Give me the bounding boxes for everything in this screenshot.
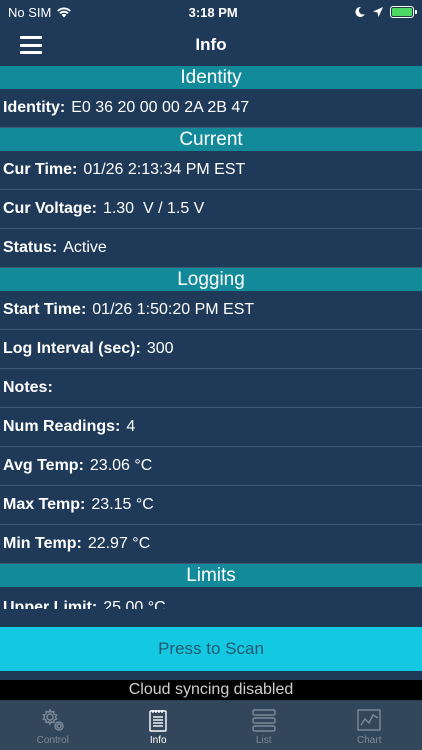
row-value: E0 36 20 00 00 2A 2B 47 — [71, 99, 250, 116]
info-row-notes[interactable]: Notes: — [0, 369, 422, 408]
row-label: Min Temp: — [3, 535, 82, 552]
clock-text: 3:18 PM — [188, 4, 238, 20]
gear-icon — [42, 708, 64, 731]
row-label: Cur Voltage: — [3, 200, 97, 217]
row-value: 4 — [126, 418, 136, 435]
row-value: 01/26 2:13:34 PM EST — [83, 161, 246, 178]
location-arrow-icon — [372, 7, 383, 17]
info-row-min-temp: Min Temp: 22.97 °C — [0, 525, 422, 564]
info-content[interactable]: Identity Identity: E0 36 20 00 00 2A 2B … — [0, 66, 422, 626]
row-label: Status: — [3, 239, 58, 256]
menu-line — [20, 36, 42, 39]
tab-chart[interactable]: Chart — [317, 701, 422, 750]
scan-button[interactable]: Press to Scan — [0, 627, 422, 671]
row-value: 22.97 °C — [87, 535, 151, 552]
section-header-identity: Identity — [0, 66, 422, 89]
tab-info[interactable]: Info — [106, 701, 212, 750]
row-value: 1.30 V / 1.5 V — [102, 200, 205, 217]
info-row-num-readings: Num Readings: 4 — [0, 408, 422, 447]
tab-bar: Control Info List Chart — [0, 700, 422, 750]
row-label: Avg Temp: — [3, 457, 84, 474]
row-label: Upper Limit: — [3, 599, 98, 609]
info-row-start-time: Start Time: 01/26 1:50:20 PM EST — [0, 291, 422, 330]
battery-level — [391, 8, 412, 16]
section-header-limits: Limits — [0, 564, 422, 587]
page-title: Info — [195, 35, 227, 54]
cloud-status-bar: Cloud syncing disabled — [0, 680, 422, 700]
row-value: 23.15 °C — [91, 496, 154, 513]
info-row-cur-time: Cur Time: 01/26 2:13:34 PM EST — [0, 151, 422, 190]
info-row-max-temp: Max Temp: 23.15 °C — [0, 486, 422, 525]
battery-icon — [389, 6, 417, 18]
tab-label: Info — [149, 735, 167, 746]
nav-bar: Info — [0, 24, 422, 66]
chart-icon — [357, 709, 381, 731]
row-value: 01/26 1:50:20 PM EST — [92, 301, 255, 318]
tab-label: Control — [36, 735, 69, 746]
info-row-identity: Identity: E0 36 20 00 00 2A 2B 47 — [0, 89, 422, 128]
carrier-text: No SIM — [8, 4, 52, 20]
status-bar: No SIM 3:18 PM — [0, 0, 422, 24]
row-value: 25.00 °C — [103, 599, 166, 609]
row-inner: Upper Limit: 25.00 °C — [3, 599, 166, 609]
status-right — [354, 6, 417, 18]
info-row-cur-voltage: Cur Voltage: 1.30 V / 1.5 V — [0, 190, 422, 229]
tab-list[interactable]: List — [211, 701, 317, 750]
wifi-icon — [57, 7, 72, 18]
row-value: 300 — [146, 340, 174, 357]
menu-line — [20, 51, 42, 54]
moon-icon — [355, 6, 365, 17]
row-label: Cur Time: — [3, 161, 78, 178]
menu-icon[interactable] — [20, 36, 42, 54]
section-header-logging: Logging — [0, 268, 422, 291]
divider — [0, 671, 422, 680]
row-label: Identity: — [3, 99, 66, 116]
row-value: 23.06 °C — [89, 457, 153, 474]
notepad-icon — [149, 710, 167, 732]
info-row-avg-temp: Avg Temp: 23.06 °C — [0, 447, 422, 486]
list-icon — [252, 709, 276, 732]
row-label: Notes: — [3, 379, 53, 396]
info-row-log-interval: Log Interval (sec): 300 — [0, 330, 422, 369]
status-left: No SIM — [8, 5, 72, 20]
row-label: Log Interval (sec): — [3, 340, 141, 357]
row-label: Num Readings: — [3, 418, 121, 435]
info-row-upper-limit: Upper Limit: 25.00 °C — [0, 587, 422, 609]
menu-line — [20, 43, 42, 47]
tab-label: List — [255, 735, 272, 746]
info-row-status: Status: Active — [0, 229, 422, 268]
section-header-current: Current — [0, 128, 422, 151]
tab-label: Chart — [357, 735, 382, 746]
row-label: Max Temp: — [3, 496, 86, 513]
tab-control[interactable]: Control — [0, 701, 106, 750]
row-value: Active — [63, 239, 107, 256]
row-label: Start Time: — [3, 301, 87, 318]
